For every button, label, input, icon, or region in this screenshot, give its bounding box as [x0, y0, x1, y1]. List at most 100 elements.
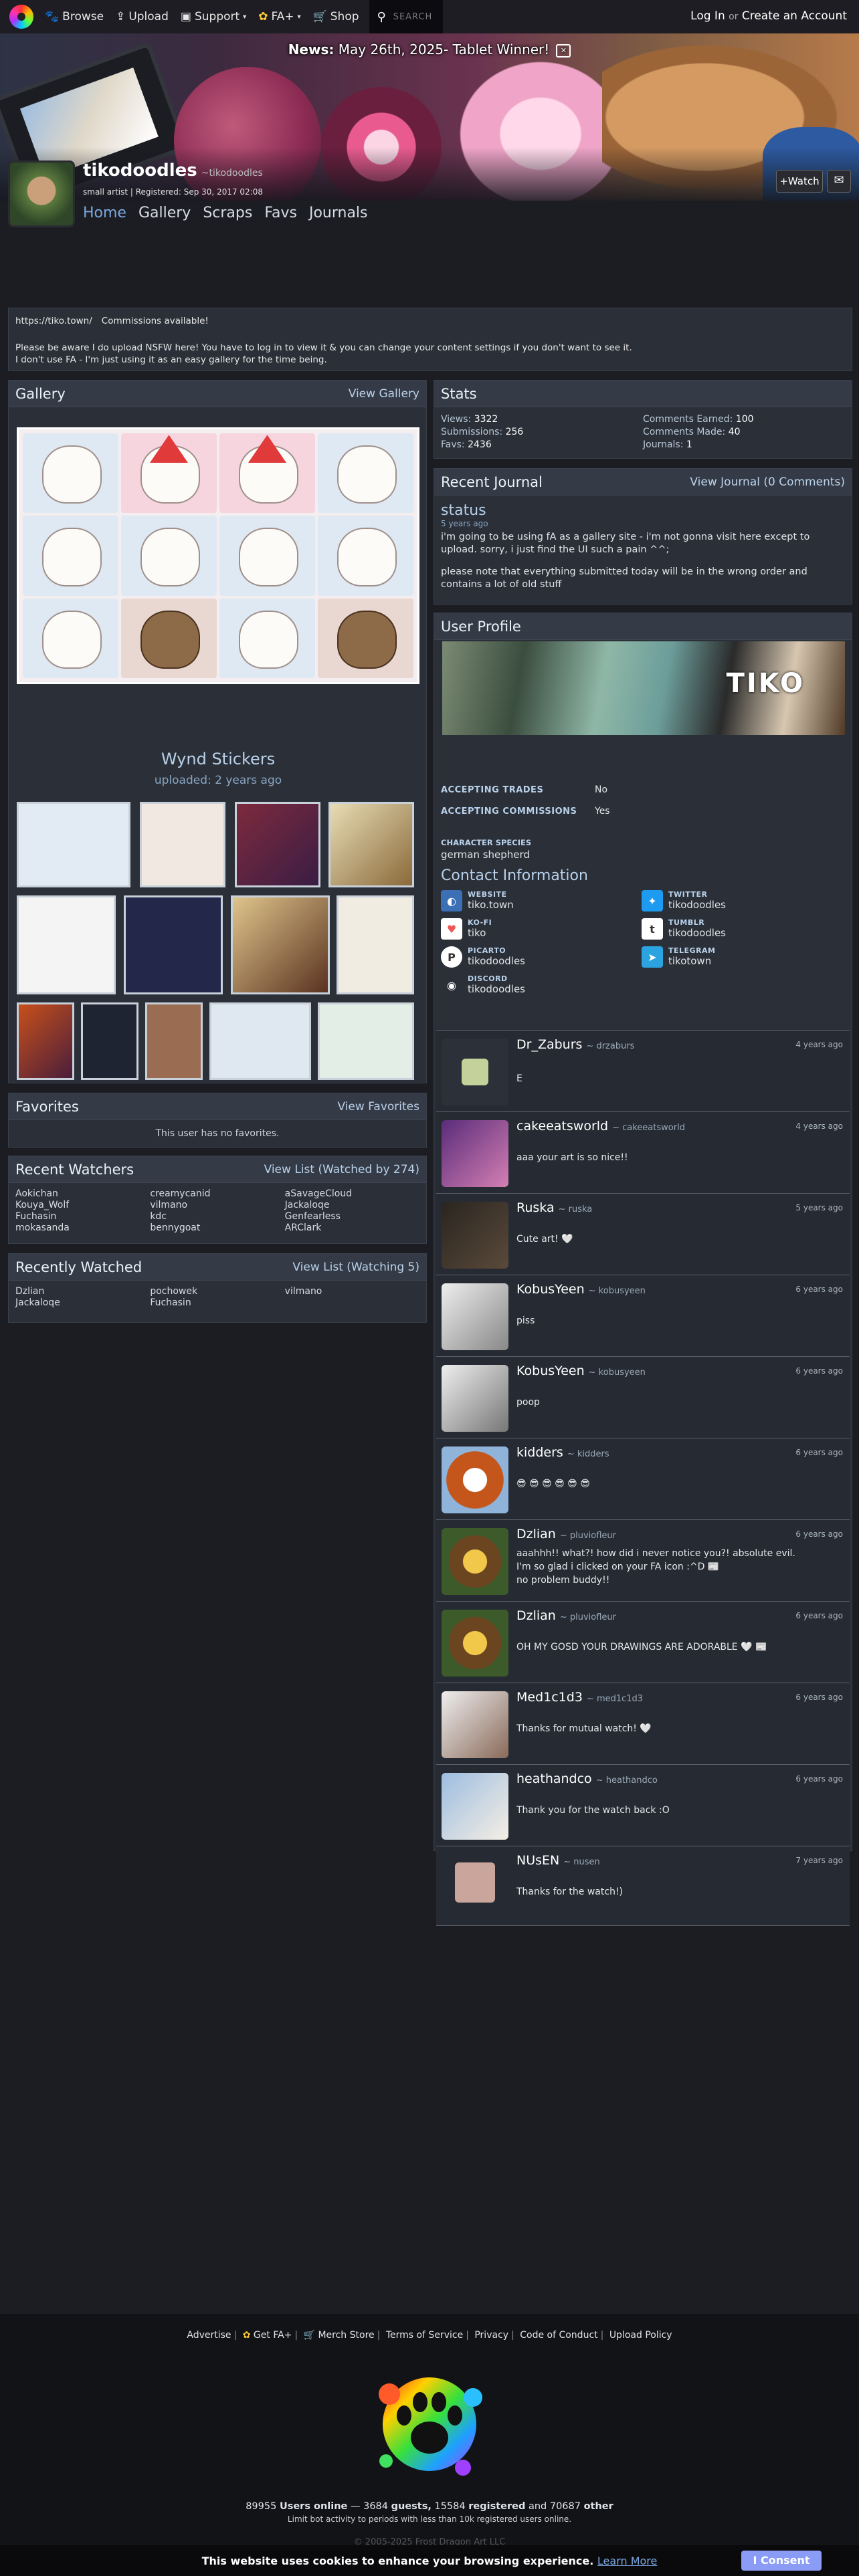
- comment-author[interactable]: Med1c1d3: [516, 1690, 583, 1705]
- comment-author[interactable]: cakeeatsworld: [516, 1119, 608, 1134]
- fa-logo-icon[interactable]: [9, 5, 33, 29]
- view-watching-link[interactable]: View List (Watching 5): [292, 1261, 419, 1274]
- view-gallery-link[interactable]: View Gallery: [349, 387, 419, 401]
- nav-browse[interactable]: 🐾 Browse: [39, 10, 110, 23]
- profile-image[interactable]: TIKO: [442, 641, 845, 735]
- contact-discord[interactable]: ◉ DISCORD tikodoodles: [441, 974, 525, 996]
- comment-avatar[interactable]: [442, 1610, 508, 1677]
- gallery-thumbnail[interactable]: [124, 895, 223, 994]
- comment-avatar[interactable]: [442, 1283, 508, 1350]
- comment-avatar[interactable]: [442, 1528, 508, 1595]
- create-account-link[interactable]: Create an Account: [742, 9, 847, 23]
- gallery-thumbnail[interactable]: [235, 802, 320, 887]
- view-watchers-link[interactable]: View List (Watched by 274): [264, 1163, 419, 1176]
- message-button[interactable]: ✉: [827, 170, 851, 193]
- privacy-link[interactable]: Privacy: [474, 2330, 508, 2341]
- watch-button[interactable]: +Watch: [776, 170, 823, 193]
- watched-link[interactable]: vilmano: [285, 1286, 419, 1297]
- contact-picarto[interactable]: P PICARTO tikodoodles: [441, 946, 525, 968]
- dismiss-news-icon[interactable]: ✕: [556, 43, 571, 58]
- nav-faplus[interactable]: ✿ FA+ ▾: [252, 10, 306, 23]
- nav-support[interactable]: ▣ Support ▾: [175, 10, 252, 23]
- gallery-thumbnail[interactable]: [17, 802, 130, 887]
- gallery-thumbnail[interactable]: [81, 1002, 138, 1080]
- view-journal-link[interactable]: View Journal (0 Comments): [690, 475, 845, 489]
- advertise-link[interactable]: Advertise: [187, 2330, 231, 2341]
- comment-author[interactable]: heathandco: [516, 1772, 592, 1786]
- comment-avatar[interactable]: [442, 1039, 508, 1105]
- watcher-link[interactable]: aSavageCloud: [285, 1188, 419, 1199]
- tab-scraps[interactable]: Scraps: [203, 205, 252, 221]
- avatar[interactable]: [8, 160, 75, 227]
- watched-link[interactable]: Jackaloqe: [15, 1297, 150, 1308]
- comment-avatar[interactable]: [442, 1773, 508, 1840]
- comment-avatar[interactable]: [442, 1120, 508, 1187]
- comment-author[interactable]: NUsEN: [516, 1853, 559, 1868]
- watcher-link[interactable]: Kouya_Wolf: [15, 1200, 150, 1210]
- featured-submission[interactable]: [17, 427, 419, 684]
- envelope-icon: ✉: [834, 173, 844, 187]
- gallery-thumbnail[interactable]: [145, 1002, 203, 1080]
- watcher-link[interactable]: Fuchasin: [15, 1211, 150, 1222]
- watcher-link[interactable]: creamycanid: [150, 1188, 284, 1199]
- tos-link[interactable]: Terms of Service: [386, 2330, 463, 2341]
- tab-journals[interactable]: Journals: [309, 205, 368, 221]
- watcher-link[interactable]: vilmano: [150, 1200, 284, 1210]
- comment-author[interactable]: Dzlian: [516, 1608, 556, 1623]
- watcher-link[interactable]: Genfearless: [285, 1211, 419, 1222]
- gallery-thumbnail[interactable]: [231, 895, 330, 994]
- comment-author[interactable]: Dr_Zaburs: [516, 1037, 582, 1052]
- comment-author[interactable]: Dzlian: [516, 1527, 556, 1541]
- get-faplus-link[interactable]: ✿ Get FA+: [243, 2330, 292, 2341]
- comment-avatar[interactable]: [442, 1854, 508, 1921]
- website-link[interactable]: https://tiko.town/: [15, 316, 92, 326]
- tab-favs[interactable]: Favs: [264, 205, 297, 221]
- gallery-thumbnail[interactable]: [140, 802, 225, 887]
- consent-button[interactable]: I Consent: [741, 2551, 822, 2571]
- contact-tumblr[interactable]: t TUMBLR tikodoodles: [642, 918, 726, 940]
- comment: cakeeatsworld ~ cakeeatsworld 4 years ago…: [436, 1111, 850, 1193]
- tab-home[interactable]: Home: [83, 205, 126, 221]
- watched-link[interactable]: pochowek: [150, 1286, 284, 1297]
- watcher-link[interactable]: ARClark: [285, 1222, 419, 1233]
- upload-policy-link[interactable]: Upload Policy: [609, 2330, 672, 2341]
- gallery-thumbnail[interactable]: [337, 895, 414, 994]
- news-bar[interactable]: News: May 26th, 2025- Tablet Winner! ✕: [0, 41, 859, 58]
- comment-author[interactable]: Ruska: [516, 1200, 555, 1215]
- view-favorites-link[interactable]: View Favorites: [337, 1100, 419, 1113]
- journal-title[interactable]: status: [441, 502, 845, 519]
- login-link[interactable]: Log In: [690, 9, 725, 23]
- gallery-thumbnail[interactable]: [17, 1002, 74, 1080]
- contact-kofi[interactable]: ♥ KO-FI tiko: [441, 918, 492, 940]
- gallery-thumbnail[interactable]: [17, 895, 116, 994]
- watcher-link[interactable]: Jackaloqe: [285, 1200, 419, 1210]
- watcher-link[interactable]: bennygoat: [150, 1222, 284, 1233]
- comment-avatar[interactable]: [442, 1365, 508, 1432]
- comment-author[interactable]: kidders: [516, 1445, 563, 1460]
- merch-store-link[interactable]: 🛒 Merch Store: [304, 2330, 375, 2341]
- nav-upload[interactable]: ⇪ Upload: [110, 10, 175, 23]
- watcher-link[interactable]: kdc: [150, 1211, 284, 1222]
- comment-author[interactable]: KobusYeen: [516, 1282, 585, 1297]
- contact-telegram[interactable]: ➤ TELEGRAM tikotown: [642, 946, 716, 968]
- tab-gallery[interactable]: Gallery: [138, 205, 191, 221]
- comment-avatar[interactable]: [442, 1446, 508, 1513]
- nav-shop[interactable]: 🛒 Shop: [307, 10, 365, 23]
- contact-website[interactable]: ◐ WEBSITE tiko.town: [441, 890, 514, 911]
- learn-more-link[interactable]: Learn More: [597, 2555, 657, 2567]
- watched-link[interactable]: Dzlian: [15, 1286, 150, 1297]
- gallery-thumbnail[interactable]: [209, 1002, 311, 1080]
- featured-title[interactable]: Wynd Stickers: [9, 750, 427, 768]
- comment-avatar[interactable]: [442, 1202, 508, 1269]
- search-input[interactable]: ⚲ SEARCH: [369, 0, 443, 33]
- gallery-thumbnail[interactable]: [328, 802, 414, 887]
- search-icon: ⚲: [377, 9, 387, 24]
- watcher-link[interactable]: mokasanda: [15, 1222, 150, 1233]
- code-of-conduct-link[interactable]: Code of Conduct: [520, 2330, 597, 2341]
- watched-link[interactable]: Fuchasin: [150, 1297, 284, 1308]
- contact-twitter[interactable]: ✦ TWITTER tikodoodles: [642, 890, 726, 911]
- comment-author[interactable]: KobusYeen: [516, 1364, 585, 1378]
- watcher-link[interactable]: Aokichan: [15, 1188, 150, 1199]
- comment-avatar[interactable]: [442, 1691, 508, 1758]
- gallery-thumbnail[interactable]: [318, 1002, 414, 1080]
